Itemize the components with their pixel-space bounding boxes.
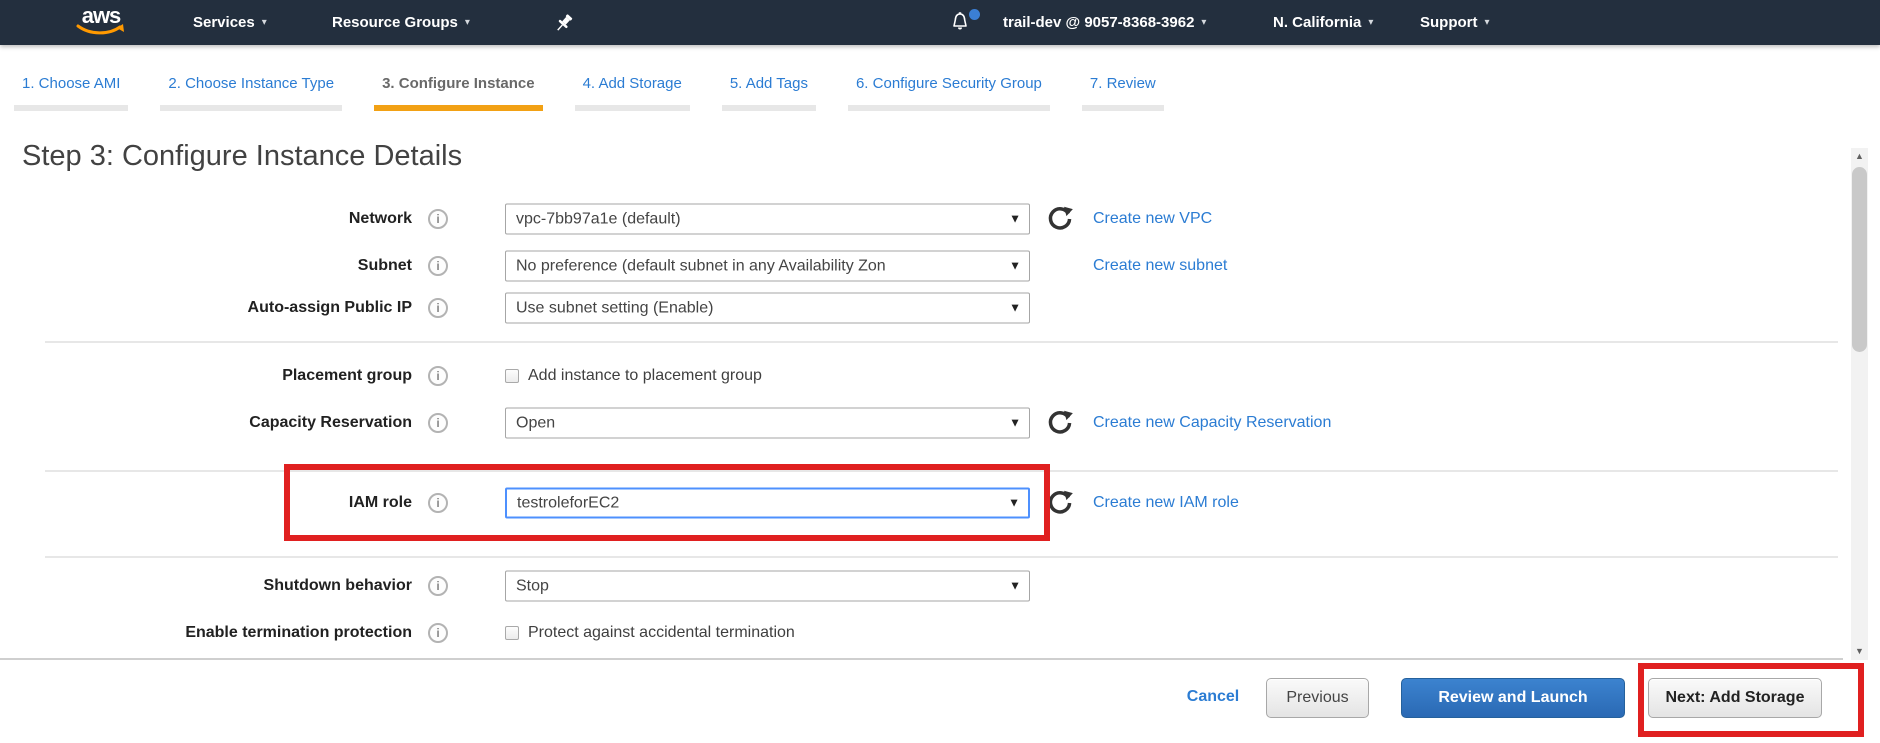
aws-logo-text: aws — [76, 6, 126, 26]
termination-protection-checkbox[interactable] — [505, 626, 519, 640]
scrollbar-thumb[interactable] — [1852, 167, 1867, 352]
pushpin-icon[interactable] — [552, 11, 576, 35]
capacity-reservation-label: Capacity Reservation — [0, 414, 412, 432]
tab-choose-instance-type[interactable]: 2. Choose Instance Type — [160, 75, 342, 111]
section-divider — [45, 556, 1838, 558]
vertical-scrollbar[interactable]: ▲ ▼ — [1851, 148, 1868, 660]
create-new-subnet-link[interactable]: Create new subnet — [1093, 257, 1227, 275]
footer-divider — [0, 658, 1843, 660]
next-add-storage-button[interactable]: Next: Add Storage — [1648, 678, 1822, 718]
placement-group-label: Placement group — [0, 367, 412, 385]
dropdown-arrow-icon: ▼ — [1009, 293, 1021, 322]
resource-groups-label: Resource Groups — [332, 14, 458, 31]
scrollbar-up-icon[interactable]: ▲ — [1851, 148, 1868, 165]
refresh-icon[interactable] — [1046, 489, 1074, 517]
capacity-reservation-select-value: Open — [516, 414, 555, 431]
tab-review[interactable]: 7. Review — [1082, 75, 1164, 111]
support-label: Support — [1420, 14, 1478, 31]
ec2-launch-wizard-screen: aws Services ▾ Resource Groups ▾ — [0, 0, 1880, 743]
account-menu[interactable]: trail-dev @ 9057-8368-3962 ▾ — [1003, 0, 1206, 45]
iam-role-select-value: testroleforEC2 — [517, 494, 619, 511]
info-icon[interactable]: i — [428, 209, 448, 229]
placement-group-checkbox[interactable] — [505, 369, 519, 383]
tab-configure-instance[interactable]: 3. Configure Instance — [374, 75, 543, 111]
capacity-reservation-row: Capacity Reservation i Open ▼ Create new… — [0, 407, 1560, 438]
dropdown-arrow-icon: ▼ — [1009, 251, 1021, 280]
auto-assign-ip-row: Auto-assign Public IP i Use subnet setti… — [0, 292, 1560, 323]
wizard-step-tabs: 1. Choose AMI 2. Choose Instance Type 3.… — [14, 75, 1164, 111]
placement-group-checkbox-label: Add instance to placement group — [528, 367, 762, 385]
subnet-row: Subnet i No preference (default subnet i… — [0, 250, 1560, 281]
aws-top-navbar: aws Services ▾ Resource Groups ▾ — [0, 0, 1880, 45]
chevron-down-icon: ▾ — [1485, 17, 1490, 28]
dropdown-arrow-icon: ▼ — [1009, 571, 1021, 600]
tab-add-tags[interactable]: 5. Add Tags — [722, 75, 816, 111]
cancel-button[interactable]: Cancel — [1178, 678, 1248, 718]
account-label: trail-dev @ 9057-8368-3962 — [1003, 14, 1194, 31]
info-icon[interactable]: i — [428, 493, 448, 513]
dropdown-arrow-icon: ▼ — [1008, 489, 1020, 516]
subnet-label: Subnet — [0, 257, 412, 275]
network-row: Network i vpc-7bb97a1e (default) ▼ Creat… — [0, 203, 1560, 234]
shutdown-behavior-select[interactable]: Stop ▼ — [505, 570, 1030, 601]
capacity-reservation-select[interactable]: Open ▼ — [505, 407, 1030, 438]
create-new-capacity-reservation-link[interactable]: Create new Capacity Reservation — [1093, 414, 1331, 432]
region-menu[interactable]: N. California ▾ — [1273, 0, 1373, 45]
chevron-down-icon: ▾ — [1201, 17, 1206, 28]
auto-assign-ip-select[interactable]: Use subnet setting (Enable) ▼ — [505, 292, 1030, 323]
iam-role-select[interactable]: testroleforEC2 ▼ — [505, 487, 1030, 518]
scrollbar-down-icon[interactable]: ▼ — [1851, 643, 1868, 660]
network-label: Network — [0, 210, 412, 228]
shutdown-behavior-label: Shutdown behavior — [0, 577, 412, 595]
services-label: Services — [193, 14, 255, 31]
tab-choose-ami[interactable]: 1. Choose AMI — [14, 75, 128, 111]
previous-button[interactable]: Previous — [1266, 678, 1369, 718]
termination-protection-checkbox-label: Protect against accidental termination — [528, 624, 795, 642]
tab-add-storage[interactable]: 4. Add Storage — [575, 75, 690, 111]
support-menu[interactable]: Support ▾ — [1420, 0, 1490, 45]
chevron-down-icon: ▾ — [1368, 17, 1373, 28]
termination-protection-label: Enable termination protection — [0, 624, 412, 642]
page-title: Step 3: Configure Instance Details — [22, 140, 462, 173]
shutdown-behavior-row: Shutdown behavior i Stop ▼ — [0, 570, 1560, 601]
services-menu[interactable]: Services ▾ — [193, 0, 267, 45]
info-icon[interactable]: i — [428, 366, 448, 386]
resource-groups-menu[interactable]: Resource Groups ▾ — [332, 0, 470, 45]
review-and-launch-button[interactable]: Review and Launch — [1401, 678, 1625, 718]
network-select-value: vpc-7bb97a1e (default) — [516, 210, 681, 227]
section-divider — [45, 470, 1838, 472]
network-select[interactable]: vpc-7bb97a1e (default) ▼ — [505, 203, 1030, 234]
tab-configure-security-group[interactable]: 6. Configure Security Group — [848, 75, 1050, 111]
subnet-select[interactable]: No preference (default subnet in any Ava… — [505, 250, 1030, 281]
create-new-iam-role-link[interactable]: Create new IAM role — [1093, 494, 1239, 512]
refresh-icon[interactable] — [1046, 205, 1074, 233]
auto-assign-ip-label: Auto-assign Public IP — [0, 299, 412, 317]
iam-role-label: IAM role — [0, 494, 412, 512]
chevron-down-icon: ▾ — [465, 17, 470, 28]
placement-group-row: Placement group i Add instance to placem… — [0, 360, 1560, 391]
chevron-down-icon: ▾ — [262, 17, 267, 28]
notification-dot — [969, 9, 980, 20]
notifications-bell-icon[interactable] — [948, 10, 978, 38]
info-icon[interactable]: i — [428, 576, 448, 596]
aws-logo[interactable]: aws — [76, 6, 126, 36]
refresh-icon[interactable] — [1046, 409, 1074, 437]
subnet-select-value: No preference (default subnet in any Ava… — [516, 257, 886, 274]
info-icon[interactable]: i — [428, 298, 448, 318]
dropdown-arrow-icon: ▼ — [1009, 204, 1021, 233]
termination-protection-row: Enable termination protection i Protect … — [0, 617, 1560, 648]
info-icon[interactable]: i — [428, 413, 448, 433]
info-icon[interactable]: i — [428, 623, 448, 643]
region-label: N. California — [1273, 14, 1361, 31]
info-icon[interactable]: i — [428, 256, 448, 276]
shutdown-behavior-select-value: Stop — [516, 577, 549, 594]
dropdown-arrow-icon: ▼ — [1009, 408, 1021, 437]
section-divider — [45, 341, 1838, 343]
iam-role-row: IAM role i testroleforEC2 ▼ Create new I… — [0, 487, 1560, 518]
auto-assign-ip-select-value: Use subnet setting (Enable) — [516, 299, 713, 316]
create-new-vpc-link[interactable]: Create new VPC — [1093, 210, 1212, 228]
